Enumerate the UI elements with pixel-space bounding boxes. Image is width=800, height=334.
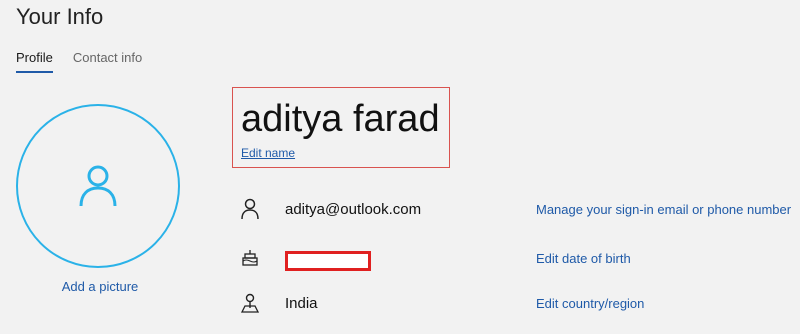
map-pin-icon	[240, 291, 260, 315]
page-title: Your Info	[16, 4, 104, 29]
country-value: India	[285, 294, 318, 312]
edit-date-of-birth-link[interactable]: Edit date of birth	[536, 251, 631, 266]
tab-bar: Profile Contact info	[16, 50, 142, 73]
edit-name-link[interactable]: Edit name	[241, 146, 295, 160]
country-row: India Edit country/region	[240, 288, 785, 318]
add-picture-link[interactable]: Add a picture	[16, 279, 184, 294]
manage-sign-in-link[interactable]: Manage your sign-in email or phone numbe…	[536, 202, 791, 217]
redacted-birthdate	[285, 251, 371, 271]
user-name: aditya farad	[241, 98, 440, 140]
edit-country-region-link[interactable]: Edit country/region	[536, 296, 644, 311]
avatar[interactable]	[16, 104, 180, 268]
name-highlight-box: aditya farad Edit name	[232, 87, 450, 168]
tab-profile[interactable]: Profile	[16, 50, 53, 73]
email-value: aditya@outlook.com	[285, 200, 422, 218]
person-icon	[240, 197, 260, 221]
tab-contact-info[interactable]: Contact info	[73, 50, 142, 73]
birthday-cake-icon	[240, 246, 260, 270]
birthdate-row: Edit date of birth	[240, 243, 785, 273]
email-row: aditya@outlook.com Manage your sign-in e…	[240, 194, 791, 224]
person-icon	[79, 165, 117, 207]
